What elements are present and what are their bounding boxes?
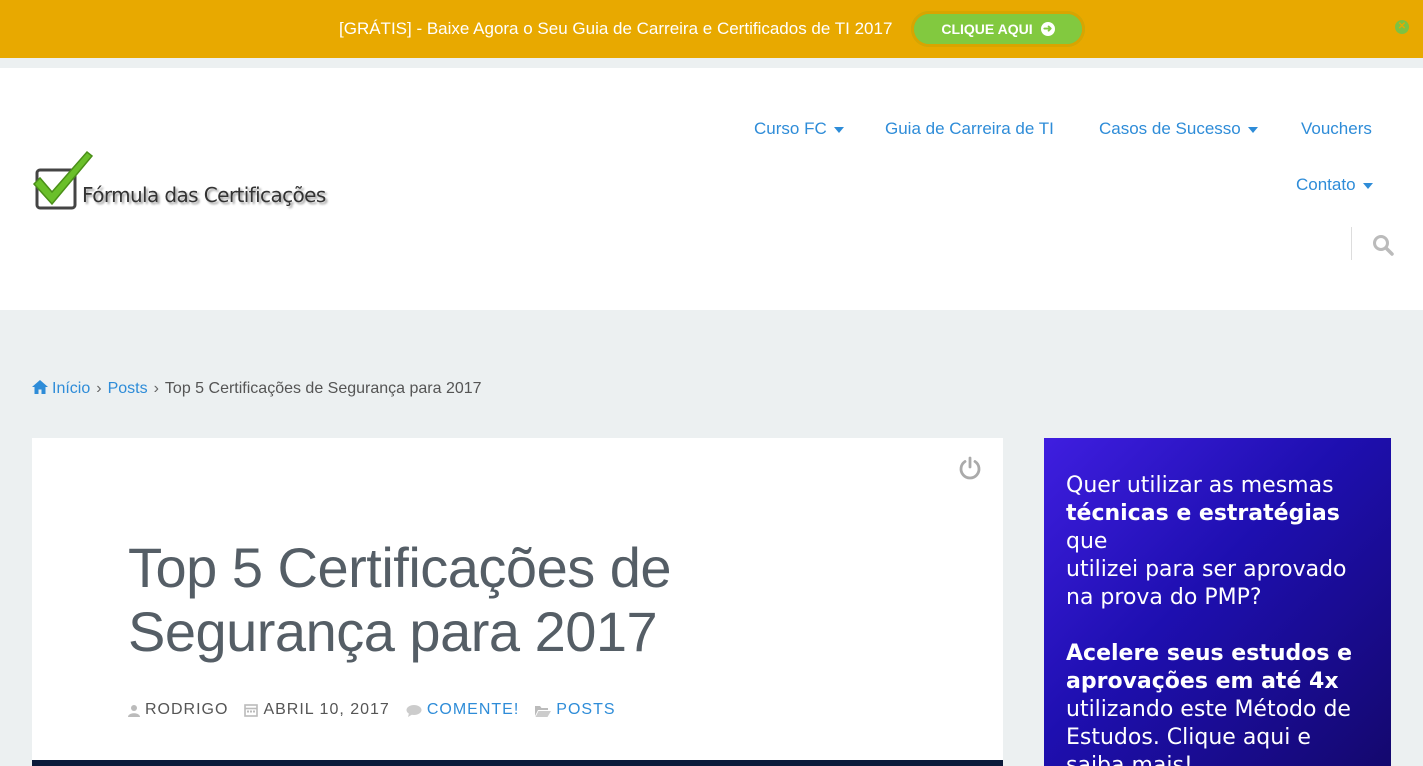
breadcrumb-posts-link[interactable]: Posts bbox=[108, 380, 148, 397]
nav-item-casos-sucesso[interactable]: Casos de Sucesso bbox=[1099, 119, 1258, 139]
header-gap bbox=[0, 58, 1423, 68]
caret-down-icon bbox=[1362, 182, 1373, 189]
article-card: Top 5 Certificações de Segurança para 20… bbox=[32, 438, 1003, 766]
search-divider bbox=[1351, 227, 1352, 260]
power-icon[interactable] bbox=[958, 456, 982, 480]
cta-label: CLIQUE AQUI bbox=[941, 21, 1033, 37]
cta-button[interactable]: CLIQUE AQUI ➜ bbox=[911, 11, 1085, 47]
search-icon[interactable] bbox=[1372, 234, 1394, 256]
sidebar-text-line: saiba mais! bbox=[1066, 753, 1193, 766]
sidebar-text-line: utilizando este Método de bbox=[1066, 697, 1351, 722]
nav-item-curso-fc[interactable]: Curso FC bbox=[754, 119, 844, 139]
article-title: Top 5 Certificações de Segurança para 20… bbox=[128, 536, 672, 663]
meta-comments[interactable]: COMENTE! bbox=[406, 701, 519, 719]
breadcrumb-current: Top 5 Certificações de Segurança para 20… bbox=[164, 380, 482, 397]
user-icon bbox=[128, 704, 140, 717]
sidebar-text-line: Quer utilizar as mesmas bbox=[1066, 473, 1334, 498]
meta-date: ABRIL 10, 2017 bbox=[244, 701, 389, 719]
sidebar-text-bold: Acelere seus estudos e bbox=[1066, 641, 1353, 666]
breadcrumb-separator: › bbox=[153, 380, 159, 397]
sidebar-text-line: utilizei para ser aprovado bbox=[1066, 557, 1347, 582]
meta-author[interactable]: RODRIGO bbox=[128, 701, 228, 719]
sidebar-text-line: Estudos. Clique aqui e bbox=[1066, 725, 1311, 750]
home-icon bbox=[32, 380, 48, 394]
sidebar-promo-banner[interactable]: Quer utilizar as mesmas técnicas e estra… bbox=[1044, 438, 1391, 766]
breadcrumb-home-link[interactable]: Início bbox=[52, 380, 90, 397]
arrow-circle-icon: ➜ bbox=[1040, 22, 1055, 36]
breadcrumb: Início › Posts › Top 5 Certificações de Segu… bbox=[32, 380, 482, 398]
nav-item-vouchers[interactable]: Vouchers bbox=[1301, 119, 1372, 139]
promo-topbar: [GRÁTIS] - Baixe Agora o Seu Guia de Car… bbox=[0, 0, 1423, 58]
nav-item-contato[interactable]: Contato bbox=[1296, 175, 1373, 195]
calendar-icon bbox=[244, 704, 259, 717]
breadcrumb-separator: › bbox=[96, 380, 102, 397]
sidebar-text-bold: técnicas e estratégias bbox=[1066, 501, 1340, 526]
nav-item-guia-carreira[interactable]: Guia de Carreira de TI bbox=[885, 119, 1054, 139]
caret-down-icon bbox=[833, 126, 844, 133]
sidebar-text-line: na prova do PMP? bbox=[1066, 585, 1262, 610]
folder-open-icon bbox=[535, 705, 552, 717]
sidebar-text-bold: aprovações em até 4x bbox=[1066, 669, 1339, 694]
meta-category[interactable]: POSTS bbox=[535, 701, 615, 719]
comment-icon bbox=[406, 704, 422, 717]
featured-image bbox=[32, 760, 1003, 766]
logo-text: Fórmula das Certificações bbox=[82, 183, 326, 207]
sidebar-text-line: que bbox=[1066, 529, 1108, 554]
article-meta: RODRIGO ABRIL 10, 2017 COMENTE! POSTS bbox=[128, 701, 632, 719]
close-icon[interactable]: ✕ bbox=[1395, 20, 1409, 34]
promo-text: [GRÁTIS] - Baixe Agora o Seu Guia de Car… bbox=[339, 19, 893, 38]
caret-down-icon bbox=[1247, 126, 1258, 133]
